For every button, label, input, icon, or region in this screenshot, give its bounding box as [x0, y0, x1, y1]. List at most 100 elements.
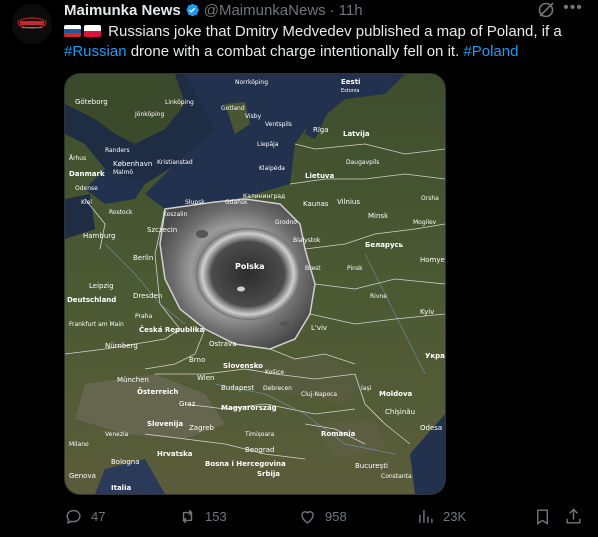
label-linkoping: Linköping — [165, 99, 194, 106]
label-daugavpils: Daugavpils — [346, 159, 379, 166]
label-gotland: Gotland — [221, 105, 245, 112]
label-graz: Graz — [179, 400, 196, 408]
reply-count: 47 — [91, 508, 106, 524]
repost-icon — [182, 509, 193, 523]
label-klaipeda: Klaipėda — [259, 165, 285, 172]
label-hamburg: Hamburg — [83, 232, 115, 240]
label-homyel: Homyel — [420, 256, 445, 264]
label-constanta: Constanta — [381, 473, 412, 480]
label-hrvatska: Hrvatska — [157, 450, 193, 458]
repost-button[interactable]: 153 — [178, 505, 227, 527]
reply-button[interactable]: 47 — [64, 505, 105, 527]
post-actions: 47 153 958 23K — [64, 505, 584, 527]
label-osterreich: Österreich — [137, 387, 178, 396]
hashtag-russian[interactable]: #Russian — [64, 43, 127, 60]
label-deutschland: Deutschland — [67, 296, 116, 304]
label-danmark: Danmark — [69, 170, 105, 178]
author-handle[interactable]: @MaimunkaNews — [204, 2, 326, 19]
bookmark-button[interactable] — [533, 505, 560, 527]
label-jonkoping: Jönköping — [134, 111, 164, 118]
label-kaunas: Kaunas — [303, 200, 329, 208]
label-cluj: Cluj-Napoca — [301, 391, 337, 398]
label-ceska: Česká Republika — [139, 325, 204, 334]
label-dresden: Dresden — [133, 292, 162, 300]
grok-icon[interactable] — [536, 0, 556, 20]
crater-pit — [196, 228, 300, 320]
like-button[interactable]: 958 — [298, 505, 347, 527]
small-crater — [280, 321, 290, 327]
label-milano: Milano — [69, 441, 89, 448]
label-leipzig: Leipzig — [89, 282, 114, 290]
label-koszalin: Koszalin — [163, 211, 188, 218]
label-munchen: München — [117, 376, 149, 384]
post-text-part2: drone with a combat charge intentionally… — [126, 43, 464, 60]
label-genova: Genova — [69, 472, 96, 480]
label-vilnius: Vilnius — [337, 198, 360, 206]
label-frankfurt: Frankfurt am Main — [69, 321, 124, 328]
views-count: 23K — [443, 508, 467, 524]
label-iasi: Iași — [361, 385, 372, 392]
bookmark-icon — [537, 508, 548, 525]
label-slupsk: Słupsk — [185, 199, 205, 206]
label-riga: Rīga — [313, 126, 329, 134]
label-brno: Brno — [189, 356, 205, 364]
label-brest: Brest — [305, 265, 321, 272]
label-kiel: Kiel — [81, 199, 92, 206]
reply-icon — [66, 509, 81, 524]
post-text: Russians joke that Dmitry Medvedev publi… — [64, 22, 584, 62]
label-venezia: Venezia — [105, 431, 129, 438]
label-eesti: Eesti — [341, 78, 360, 86]
label-wien: Wien — [197, 374, 214, 382]
label-latvija: Latvija — [343, 130, 370, 138]
label-debrecen: Debrecen — [263, 385, 292, 392]
label-odense: Odense — [75, 185, 98, 192]
satellite-map: Polska Eesti Estonia Rīga Latvija Daugav… — [65, 74, 445, 494]
label-malmo: Malmö — [113, 169, 133, 176]
label-norrkoping: Norrköping — [235, 79, 268, 86]
label-kobenhavn: København — [113, 160, 152, 168]
label-bosna: Bosna i Hercegovina — [205, 460, 286, 468]
label-belarus: Беларусь — [365, 241, 404, 249]
label-berlin: Berlin — [133, 254, 153, 262]
label-budapest: Budapest — [221, 384, 254, 392]
views-icon — [419, 509, 433, 523]
label-aarhus: Århus — [69, 155, 86, 162]
share-button[interactable] — [564, 505, 591, 527]
post-time[interactable]: 11h — [339, 2, 363, 19]
views-button[interactable]: 23K — [416, 505, 466, 527]
maimunka-logo-icon — [12, 4, 52, 44]
label-romania: Romania — [321, 430, 356, 438]
label-goteborg: Göteborg — [75, 98, 108, 106]
label-minsk: Minsk — [368, 212, 389, 220]
label-zagreb: Zagreb — [189, 424, 215, 432]
label-gdansk: Gdańsk — [225, 199, 248, 206]
hashtag-poland[interactable]: #Poland — [463, 43, 518, 60]
label-ventspils: Ventspils — [265, 121, 292, 128]
label-odesa: Odesa — [420, 424, 442, 432]
label-kosice: Košice — [265, 369, 284, 376]
label-chisinau: Chișinău — [385, 408, 415, 416]
small-crater — [196, 230, 208, 238]
label-estonia: Estonia — [341, 88, 359, 94]
label-slovenija: Slovenija — [147, 420, 183, 428]
post-image-map[interactable]: Polska Eesti Estonia Rīga Latvija Daugav… — [64, 73, 446, 495]
label-kaliningrad: Калининград — [243, 193, 285, 200]
more-options-icon[interactable]: ••• — [562, 0, 584, 20]
label-magyarorszag: Magyarország — [221, 404, 277, 412]
tweet: Maimunka News @MaimunkaNews · 11h ••• Ru… — [0, 0, 598, 537]
author-name[interactable]: Maimunka News — [64, 2, 181, 19]
label-kristianstad: Kristianstad — [157, 159, 193, 166]
label-pinsk: Pinsk — [347, 265, 363, 272]
label-randers: Randers — [105, 147, 130, 154]
crater-peak — [237, 286, 245, 292]
avatar[interactable] — [12, 4, 52, 44]
label-mogilev: Mogilev — [413, 219, 437, 226]
label-rostock: Rostock — [109, 209, 133, 216]
post-text-part1: Russians joke that Dmitry Medvedev publi… — [108, 23, 562, 40]
russia-flag-icon — [64, 25, 81, 37]
label-praha: Praha — [135, 313, 152, 320]
label-ostrava: Ostrava — [209, 340, 237, 348]
label-liepaja: Liepāja — [257, 141, 279, 148]
separator-dot: · — [329, 1, 335, 19]
label-grodno: Grodno — [275, 219, 297, 226]
